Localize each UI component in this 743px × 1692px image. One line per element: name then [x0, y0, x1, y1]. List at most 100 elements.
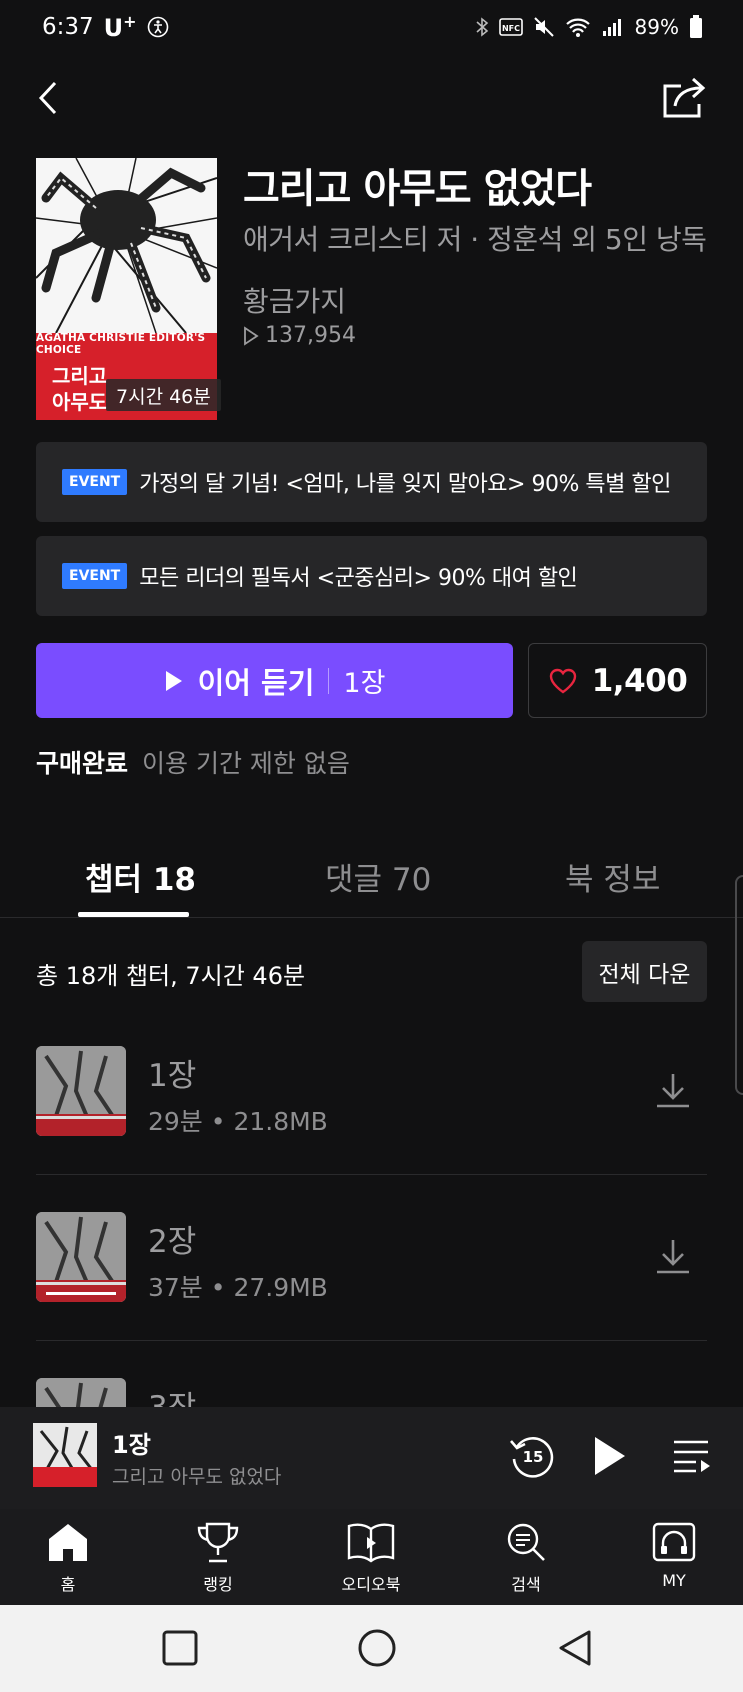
chapter-thumbnail: [36, 1212, 126, 1302]
row-divider: [36, 1174, 707, 1175]
heart-icon: [549, 668, 576, 693]
cover-title: 그리고 아무도: [52, 364, 108, 414]
play-icon: [165, 670, 182, 691]
status-time: 6:37: [42, 14, 94, 40]
playlist-icon: [674, 1440, 710, 1473]
nav-label: 홈: [60, 1575, 76, 1594]
detail-tabs: 챕터 18 댓글 70 북 정보: [0, 842, 743, 918]
chapter-meta: 29분 • 21.8MB: [148, 1107, 328, 1136]
play-count-icon: [244, 325, 259, 346]
mini-player-subtitle: 그리고 아무도 없었다: [112, 1466, 282, 1488]
chapter-meta: 37분 • 27.9MB: [148, 1273, 328, 1302]
chapter-download-button[interactable]: [653, 1070, 693, 1112]
nav-label: 검색: [511, 1575, 541, 1594]
rewind-15-icon: 15: [510, 1437, 554, 1478]
chapter-thumbnail: [36, 1046, 126, 1136]
tab-chapters[interactable]: 챕터 18: [85, 854, 196, 899]
trophy-icon: [197, 1522, 239, 1563]
back-button[interactable]: [26, 74, 70, 122]
share-button[interactable]: [659, 72, 711, 122]
mini-player-title: 1장: [112, 1431, 151, 1459]
continue-listening-label: 이어 듣기: [197, 665, 315, 700]
purchase-status: 구매완료 이용 기간 제한 없음: [36, 744, 350, 780]
book-title: 그리고 아무도 없었다: [243, 166, 592, 212]
status-bar: 6:37 U+ NFC 89%: [0, 0, 743, 54]
chapter-row[interactable]: 1장 29분 • 21.8MB: [36, 1046, 707, 1212]
download-icon: [657, 1240, 689, 1274]
mute-icon: [533, 16, 555, 38]
mini-player[interactable]: 1장 그리고 아무도 없었다 15: [0, 1407, 743, 1509]
event-badge: EVENT: [62, 563, 128, 589]
top-bar: [0, 66, 743, 130]
nav-label: MY: [662, 1571, 686, 1590]
play-count: 137,954: [243, 323, 356, 348]
chapter-name: 2장: [148, 1224, 197, 1260]
chapter-summary: 총 18개 챕터, 7시간 46분: [36, 962, 306, 990]
download-icon: [657, 1074, 689, 1108]
back-system-button[interactable]: [550, 1623, 600, 1673]
usage-term: 이용 기간 제한 없음: [142, 749, 350, 778]
search-icon: [507, 1523, 545, 1561]
continue-chapter: 1장: [343, 668, 386, 699]
battery-icon: [689, 15, 703, 39]
accessibility-icon: [147, 16, 169, 38]
mini-play-button[interactable]: [583, 1429, 637, 1483]
divider: [328, 667, 330, 694]
system-navigation-bar: [0, 1605, 743, 1692]
chapter-name: 3장: [148, 1390, 197, 1408]
nav-label: 오디오북: [341, 1575, 401, 1594]
nav-ranking[interactable]: 랭킹: [168, 1519, 268, 1599]
home-system-button[interactable]: [352, 1623, 402, 1673]
recents-icon: [162, 1630, 198, 1666]
like-button[interactable]: 1,400: [528, 643, 707, 718]
chapter-row[interactable]: 3장: [36, 1378, 707, 1408]
edge-panel-handle[interactable]: [735, 875, 743, 1095]
audiobook-icon: [347, 1523, 395, 1563]
tab-comments[interactable]: 댓글 70: [325, 854, 431, 899]
chevron-left-icon: [38, 81, 57, 115]
active-tab-indicator: [78, 912, 189, 917]
battery-text: 89%: [634, 15, 679, 39]
triangle-back-icon: [559, 1630, 591, 1666]
author-line[interactable]: 애거서 크리스티 저 · 정훈석 외 5인 낭독: [243, 218, 707, 258]
continue-listening-button[interactable]: 이어 듣기 1장: [36, 643, 513, 718]
spider-cover-art: [36, 158, 217, 333]
tab-book-info[interactable]: 북 정보: [565, 854, 660, 899]
cover-series-label: AGATHA CHRISTIE EDITOR'S CHOICE: [36, 332, 217, 356]
signal-icon: [601, 16, 625, 38]
event-banner-2[interactable]: EVENT 모든 리더의 필독서 <군중심리> 90% 대여 할인: [36, 536, 707, 616]
like-count: 1,400: [591, 662, 688, 699]
home-icon: [49, 1524, 87, 1561]
mini-player-thumbnail: [33, 1423, 97, 1487]
wifi-icon: [565, 16, 591, 38]
share-icon: [663, 77, 706, 118]
svg-text:NFC: NFC: [502, 24, 520, 33]
chapter-row[interactable]: 2장 37분 • 27.9MB: [36, 1212, 707, 1378]
headphones-icon: [652, 1522, 696, 1562]
duration-badge: 7시간 46분: [106, 379, 221, 411]
chapter-thumbnail: [36, 1378, 126, 1408]
playlist-button[interactable]: [665, 1429, 719, 1483]
nav-my[interactable]: MY: [624, 1519, 724, 1599]
chapter-download-button[interactable]: [653, 1236, 693, 1278]
event-text: 가정의 달 기념! <엄마, 나를 잊지 말아요> 90% 특별 할인: [139, 472, 671, 497]
chapter-name: 1장: [148, 1058, 197, 1094]
bottom-navigation: 홈 랭킹 오디오북 검색 MY: [0, 1509, 743, 1605]
publisher[interactable]: 황금가지: [243, 280, 346, 320]
event-text: 모든 리더의 필독서 <군중심리> 90% 대여 할인: [139, 566, 578, 591]
recents-button[interactable]: [155, 1623, 205, 1673]
nav-home[interactable]: 홈: [18, 1519, 118, 1599]
nav-search[interactable]: 검색: [476, 1519, 576, 1599]
nfc-icon: NFC: [498, 17, 523, 37]
bluetooth-icon: [475, 16, 489, 38]
download-all-button[interactable]: 전체 다운: [582, 941, 707, 1002]
nav-label: 랭킹: [203, 1575, 233, 1594]
purchase-done-label: 구매완료: [36, 749, 129, 778]
circle-home-icon: [358, 1629, 396, 1667]
play-icon: [595, 1437, 625, 1475]
event-banner-1[interactable]: EVENT 가정의 달 기념! <엄마, 나를 잊지 말아요> 90% 특별 할…: [36, 442, 707, 522]
nav-audiobook[interactable]: 오디오북: [321, 1519, 421, 1599]
rewind-15-button[interactable]: 15: [505, 1429, 559, 1483]
event-badge: EVENT: [62, 469, 128, 495]
svg-text:15: 15: [523, 1448, 544, 1466]
